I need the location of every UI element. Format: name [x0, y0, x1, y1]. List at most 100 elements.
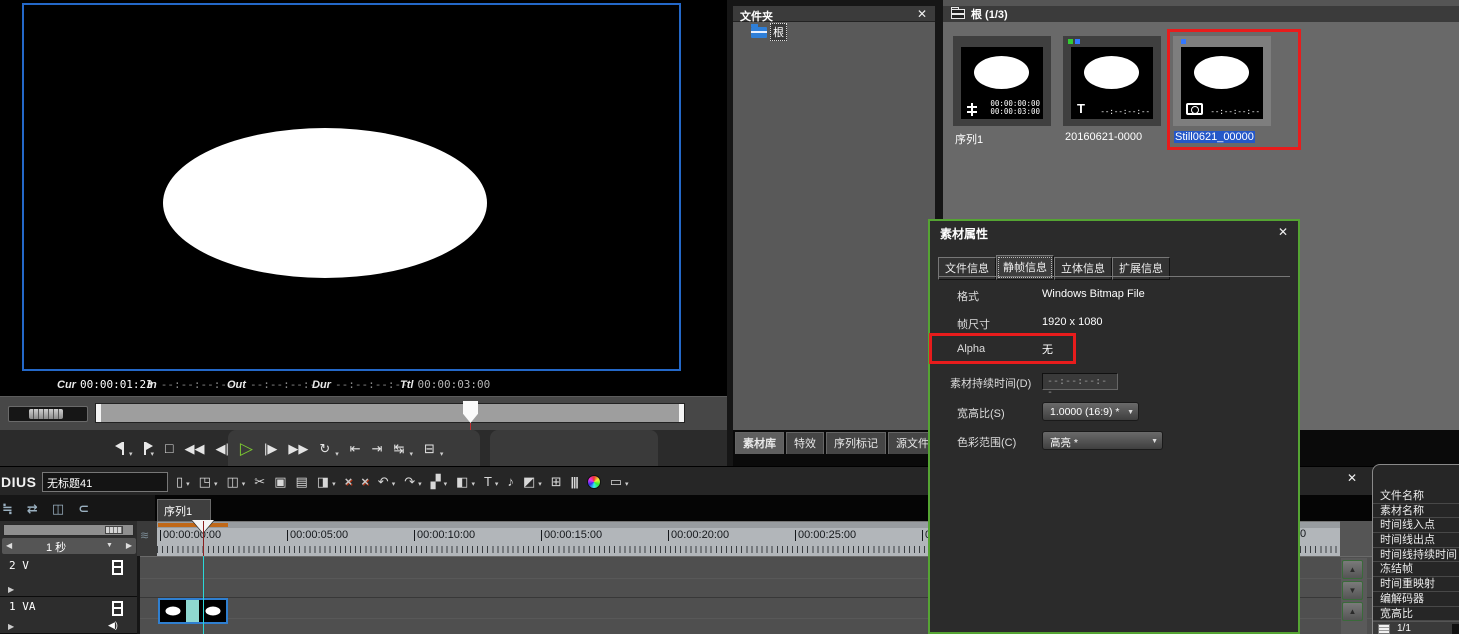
project-name-field[interactable]: 无标题41 [42, 472, 168, 492]
open-project-button[interactable]: ◳ [199, 475, 211, 488]
undo-button-caret[interactable]: ▾ [392, 480, 396, 488]
goto-out-button[interactable]: ⇥ [372, 442, 383, 455]
folder-tree-root-item[interactable]: 根 [751, 24, 787, 40]
annotation-rectangle-clip [1167, 29, 1301, 150]
audio-mixer-button[interactable]: ||| [571, 476, 578, 488]
mark-out-button-caret[interactable]: ▾ [151, 450, 155, 458]
info-field-item-3[interactable]: 时间线出点 [1373, 533, 1459, 548]
render-button[interactable]: ◩ [523, 475, 535, 488]
play-around-cursor-button-caret[interactable]: ▾ [409, 450, 413, 458]
new-sequence-button-caret[interactable]: ▾ [186, 480, 190, 488]
transition-segment[interactable] [186, 600, 199, 622]
new-sequence-button[interactable]: ▯ [176, 475, 183, 488]
close-icon[interactable]: ✕ [1342, 471, 1362, 489]
track-header-1va[interactable]: 1 VA ▶ ◀) [0, 597, 137, 634]
shuttle-handle[interactable] [29, 409, 63, 419]
aspect-ratio-dropdown[interactable]: 1.0000 (16:9) *▼ [1042, 402, 1139, 421]
title-button-caret[interactable]: ▾ [495, 480, 499, 488]
add-cut-point-button[interactable]: ▞ [431, 475, 441, 488]
clip-name[interactable]: 序列1 [955, 131, 983, 147]
save-project-button[interactable]: ◫ [226, 475, 238, 488]
duplicate-button[interactable]: ◨ [317, 475, 329, 488]
duplicate-button-caret[interactable]: ▾ [332, 480, 336, 488]
timeline-clip[interactable] [158, 598, 228, 624]
info-field-item-0[interactable]: 文件名称 [1373, 489, 1459, 504]
transition-button[interactable]: ◧ [456, 475, 468, 488]
zoom-left-arrow-icon[interactable]: ◀ [6, 541, 12, 550]
redo-button[interactable]: ↷ [404, 475, 415, 488]
monitor-button[interactable]: ▭ [610, 475, 622, 488]
clip-card-title[interactable]: T --:--:--:-- [1063, 36, 1161, 126]
sequence-tab[interactable]: 序列1 [157, 499, 211, 521]
loop-play-button-caret[interactable]: ▾ [335, 450, 339, 458]
expand-arrow-icon[interactable]: ▶ [8, 622, 14, 631]
info-field-item-2[interactable]: 时间线入点 [1373, 518, 1459, 533]
timeline-zoom-control[interactable]: ◀ 1 秒 ▼ ▶ [2, 538, 136, 554]
render-button-caret[interactable]: ▾ [538, 480, 542, 488]
undo-button[interactable]: ↶ [378, 475, 389, 488]
mark-out-button[interactable] [144, 442, 146, 455]
delete-button[interactable]: × [345, 475, 353, 488]
fast-forward-button[interactable]: ▶▶ [288, 442, 308, 455]
ripple-mode-button[interactable]: ◫ [52, 501, 64, 517]
paste-button[interactable]: ▤ [296, 475, 308, 488]
clip-card-sequence[interactable]: 00:00:00:0000:00:03:00 [953, 36, 1051, 126]
bin-tab-0[interactable]: 素材库 [735, 432, 784, 454]
position-bar[interactable] [95, 403, 685, 423]
mark-in-button[interactable] [122, 442, 124, 455]
info-field-item-1[interactable]: 素材名称 [1373, 504, 1459, 519]
export-button[interactable]: ⊟ [424, 442, 435, 455]
info-field-item-8[interactable]: 宽高比 [1373, 607, 1459, 622]
zoom-right-arrow-icon[interactable]: ▶ [126, 541, 132, 550]
bin-tab-1[interactable]: 特效 [786, 432, 824, 454]
scroll-up-icon[interactable]: ▲ [1342, 602, 1363, 621]
monitor-button-caret[interactable]: ▾ [625, 480, 629, 488]
chevron-down-icon[interactable]: ▼ [106, 542, 113, 549]
mark-in-button-caret[interactable]: ▾ [129, 450, 133, 458]
fit-slider-handle[interactable] [105, 526, 123, 534]
voiceover-button[interactable]: ♪ [507, 475, 514, 488]
timeline-fit-slider[interactable] [3, 524, 134, 536]
save-project-button-caret[interactable]: ▾ [242, 480, 246, 488]
folder-panel-header[interactable]: 文件夹 ✕ [733, 6, 935, 22]
redo-button-caret[interactable]: ▾ [418, 480, 422, 488]
shuttle-slider[interactable] [8, 406, 88, 422]
info-field-item-7[interactable]: 编解码器 [1373, 592, 1459, 607]
stop-button[interactable]: □ [165, 441, 173, 455]
info-field-item-6[interactable]: 时间重映射 [1373, 577, 1459, 592]
play-button[interactable]: ▷ [240, 440, 253, 457]
transition-button-caret[interactable]: ▾ [471, 480, 475, 488]
info-field-item-5[interactable]: 冻结帧 [1373, 562, 1459, 577]
previous-frame-button[interactable]: ◀| [216, 442, 229, 455]
bin-tab-2[interactable]: 序列标记 [826, 432, 886, 454]
track-header-2v[interactable]: 2 V ▶ [0, 556, 137, 597]
add-cut-point-button-caret[interactable]: ▾ [444, 480, 448, 488]
close-icon[interactable]: ✕ [917, 7, 927, 21]
close-icon[interactable]: ✕ [1278, 225, 1288, 239]
title-button[interactable]: T [484, 475, 492, 488]
cut-button[interactable]: ✂ [254, 475, 265, 488]
expand-arrow-icon[interactable]: ▶ [8, 585, 14, 594]
copy-button[interactable]: ▣ [274, 475, 286, 488]
play-around-cursor-button[interactable]: ↹ [394, 442, 405, 455]
open-project-button-caret[interactable]: ▾ [214, 480, 218, 488]
sync-mode-button[interactable]: ≒ [2, 501, 13, 517]
snap-mode-button[interactable]: ⊂ [78, 501, 89, 517]
goto-in-button[interactable]: ⇤ [350, 442, 361, 455]
color-correction-button[interactable] [587, 475, 601, 489]
info-field-item-4[interactable]: 时间线持续时间 [1373, 548, 1459, 563]
ripple-delete-button[interactable]: × [361, 475, 369, 488]
loop-play-button[interactable]: ↻ [319, 442, 330, 455]
position-marker[interactable] [463, 401, 478, 423]
export-button-caret[interactable]: ▾ [440, 450, 444, 458]
scroll-down-icon[interactable]: ▼ [1342, 581, 1363, 600]
bin-header[interactable]: 根 (1/3) [943, 6, 1459, 22]
next-frame-button[interactable]: |▶ [264, 442, 277, 455]
duration-input[interactable]: --:--:--:-- [1042, 373, 1118, 390]
scroll-up-icon[interactable]: ▲ [1342, 560, 1363, 579]
clip-name[interactable]: 20160621-0000 [1065, 131, 1142, 143]
insert-overwrite-mode-button[interactable]: ⇄ [27, 501, 38, 517]
rewind-button[interactable]: ◀◀ [185, 442, 205, 455]
grid-button[interactable]: ⊞ [551, 475, 562, 488]
color-range-dropdown[interactable]: 高亮 *▼ [1042, 431, 1163, 450]
